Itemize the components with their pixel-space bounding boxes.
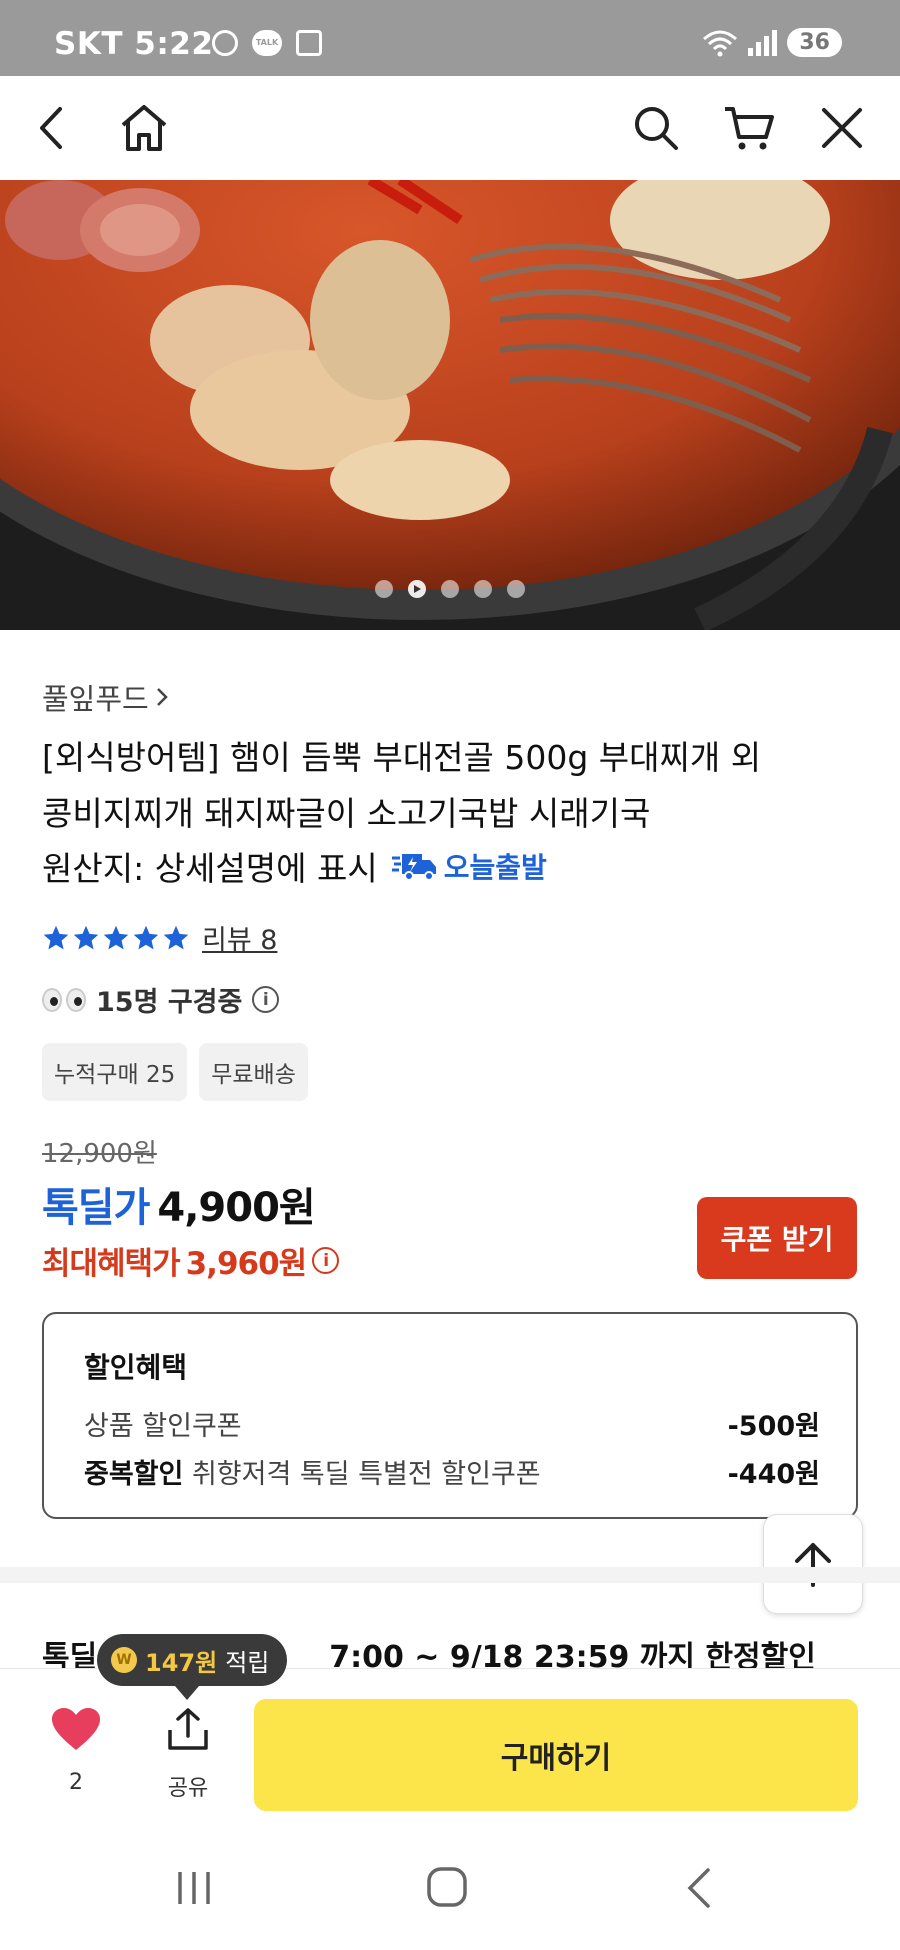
points-tooltip: W 147원 적립 — [97, 1634, 288, 1700]
system-back-icon[interactable] — [684, 1866, 714, 1910]
search-button[interactable] — [626, 98, 686, 158]
discount-amount: -500원 — [727, 1411, 820, 1442]
info-icon[interactable]: i — [252, 986, 280, 1013]
info-icon[interactable]: i — [312, 1247, 340, 1274]
stew-photo — [0, 180, 900, 630]
talk-icon: TALK — [252, 30, 282, 56]
star-icon — [43, 925, 69, 949]
discount-amount: -440원 — [727, 1459, 820, 1490]
back-icon — [40, 107, 62, 149]
star-icon — [163, 925, 189, 949]
chevron-right-icon — [156, 688, 168, 706]
cart-button[interactable] — [719, 98, 779, 158]
status-bar: SKT 5:22 TALK 36 — [0, 0, 900, 76]
coin-icon: W — [111, 1647, 137, 1673]
delivery-truck-icon — [391, 854, 436, 881]
heart-icon — [52, 1708, 100, 1750]
recent-apps-icon[interactable] — [174, 1868, 214, 1908]
stack-discount-label: 중복할인 — [84, 1459, 184, 1490]
top-nav-bar — [0, 76, 900, 180]
home-circle-icon[interactable] — [426, 1866, 468, 1908]
purchase-count-chip: 누적구매 25 — [42, 1043, 188, 1101]
system-nav-bar — [0, 1830, 900, 1950]
deal-price: 4,900원 — [157, 1185, 315, 1231]
carousel-dot[interactable] — [507, 580, 525, 598]
buy-button[interactable]: 구매하기 — [254, 1699, 858, 1811]
share-label: 공유 — [167, 1776, 209, 1801]
product-image-carousel[interactable] — [0, 180, 900, 630]
rating-row[interactable]: 리뷰 8 — [42, 918, 277, 957]
signal-icon — [748, 29, 778, 56]
discount-row: 중복할인 취향저격 톡딜 특별전 할인쿠폰 -440원 — [84, 1452, 820, 1491]
product-title: [외식방어템] 햄이 듬뿍 부대전골 500g 부대찌개 외 콩비지찌개 돼지짜… — [42, 738, 762, 833]
get-coupon-button[interactable]: 쿠폰 받기 — [697, 1197, 857, 1279]
points-amount: 147원 — [145, 1648, 218, 1677]
discount-title: 할인혜택 — [84, 1351, 188, 1384]
discount-label: 상품 할인쿠폰 — [84, 1411, 242, 1442]
points-label: 적립 — [225, 1648, 270, 1677]
brand-name: 풀잎푸드 — [42, 682, 149, 716]
home-button[interactable] — [114, 98, 174, 158]
original-price: 12,900원 — [42, 1139, 157, 1169]
carousel-dot[interactable] — [474, 580, 492, 598]
free-shipping-chip: 무료배송 — [199, 1043, 308, 1101]
review-link[interactable]: 리뷰 8 — [202, 918, 277, 957]
max-benefit-price: 3,960원 — [185, 1246, 308, 1282]
carousel-dot[interactable] — [441, 580, 459, 598]
deal-label: 톡딜가 — [42, 1185, 150, 1231]
close-icon — [822, 108, 862, 148]
brand-link[interactable]: 풀잎푸드 — [42, 676, 169, 718]
back-button[interactable] — [22, 98, 82, 158]
star-rating — [42, 924, 190, 952]
like-button[interactable]: 2 — [44, 1706, 108, 1795]
like-count: 2 — [69, 1770, 83, 1795]
close-button[interactable] — [812, 98, 872, 158]
battery-indicator: 36 — [787, 28, 842, 57]
discount-row: 상품 할인쿠폰 -500원 — [84, 1404, 820, 1443]
carousel-indicator[interactable] — [0, 580, 900, 598]
search-icon — [635, 107, 678, 150]
pill-icon — [206, 24, 244, 62]
home-icon — [121, 105, 167, 151]
star-icon — [103, 925, 129, 949]
star-icon — [133, 925, 159, 949]
max-benefit-label: 최대혜택가 — [42, 1246, 181, 1282]
carousel-dot[interactable] — [375, 580, 393, 598]
viewers-row: 15명 구경중 i — [42, 980, 280, 1019]
screenshot-icon — [296, 30, 322, 56]
star-icon — [73, 925, 99, 949]
today-ship-badge: 오늘출발 — [391, 846, 547, 886]
viewers-text: 15명 구경중 — [96, 987, 243, 1018]
share-button[interactable]: 공유 — [156, 1706, 220, 1802]
product-chips: 누적구매 25 무료배송 — [42, 1043, 308, 1101]
max-benefit-row: 최대혜택가 3,960원 i — [42, 1238, 340, 1283]
section-divider — [0, 1567, 900, 1583]
wifi-icon — [703, 30, 738, 56]
eyes-icon — [42, 987, 86, 1012]
play-icon — [414, 585, 421, 593]
scroll-to-top-button[interactable] — [763, 1514, 863, 1614]
carousel-play-dot[interactable] — [408, 580, 426, 598]
share-icon — [168, 1708, 208, 1750]
cart-icon — [725, 107, 774, 150]
discount-label: 취향저격 톡딜 특별전 할인쿠폰 — [191, 1459, 541, 1490]
origin-line: 원산지: 상세설명에 표시 오늘출발 — [42, 842, 547, 890]
deal-price-row: 톡딜가 4,900원 — [42, 1175, 316, 1233]
discount-benefits-box: 할인혜택 상품 할인쿠폰 -500원 중복할인 취향저격 톡딜 특별전 할인쿠폰… — [42, 1312, 858, 1519]
origin-text: 원산지: 상세설명에 표시 — [42, 849, 378, 888]
status-carrier: SKT 5:22 — [54, 26, 214, 62]
